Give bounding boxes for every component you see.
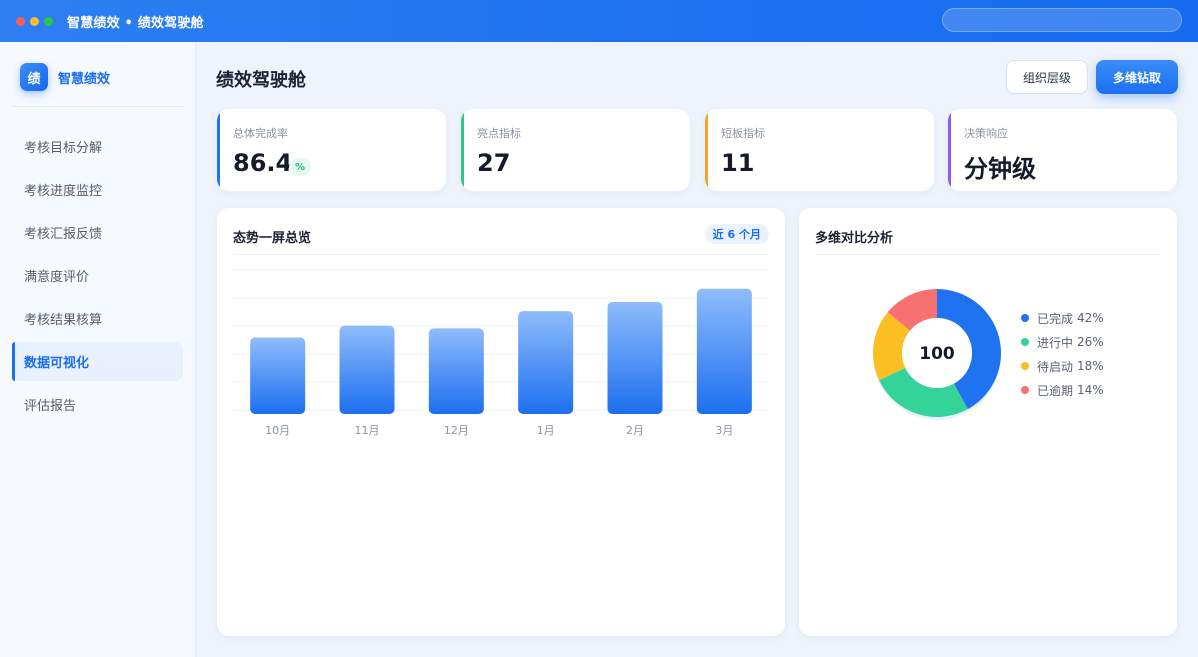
multi-drill-button[interactable]: 多维钻取	[1096, 60, 1178, 94]
bar[interactable]	[428, 328, 484, 414]
kpi-unit-badge: %	[289, 158, 311, 176]
compare-card-title: 多维对比分析	[815, 231, 894, 246]
window-controls	[16, 16, 53, 26]
org-level-button[interactable]: 组织层级	[1006, 60, 1088, 94]
kpi-label: 亮点指标	[477, 127, 521, 140]
legend-item: 进行中 26%	[1021, 330, 1104, 354]
nav-progress-monitoring[interactable]: 考核进度监控	[12, 170, 183, 209]
legend-value: 18%	[1077, 359, 1104, 373]
kpi-card-completion: 总体完成率 86.4 %	[217, 109, 446, 191]
sidebar-nav: 考核目标分解 考核进度监控 考核汇报反馈 满意度评价考核结果核算 数据可视化评估报告	[12, 127, 183, 428]
legend-item: 待启动 18%	[1021, 354, 1104, 378]
minimize-window-button[interactable]	[30, 16, 39, 26]
kpi-card-highlights: 亮点指标 27	[461, 109, 690, 191]
nav-satisfaction[interactable]: 满意度评价	[12, 256, 183, 295]
brand-logo: 绩	[20, 63, 48, 91]
kpi-value: 27	[477, 149, 511, 177]
nav-report-feedback[interactable]: 考核汇报反馈	[12, 213, 183, 252]
donut-legend: 已完成 42% 进行中 26% 待启动 18% 已逾期 14%	[1021, 306, 1104, 402]
compare-card: 多维对比分析 100 已完成 42% 进行中 26% 待启动 18% 已逾期 14%	[799, 208, 1177, 636]
maximize-window-button[interactable]	[44, 16, 53, 26]
range-badge[interactable]: 近 6 个月	[704, 224, 769, 244]
close-window-button[interactable]	[16, 16, 25, 26]
legend-label: 已逾期	[1037, 383, 1074, 398]
legend-dot	[1021, 314, 1029, 322]
legend-value: 14%	[1077, 383, 1104, 397]
search-input[interactable]	[942, 8, 1182, 32]
bar[interactable]	[696, 288, 752, 414]
kpi-card-response: 决策响应 分钟级	[948, 109, 1177, 191]
x-tick-label: 3月	[715, 424, 733, 437]
brand: 绩 智慧绩效	[20, 63, 110, 91]
bar-chart: 10月 11月 12月 1月 2月 3月	[233, 269, 769, 437]
kpi-value: 86.4	[233, 149, 293, 177]
title-bar: 智慧绩效 • 绩效驾驶舱	[0, 0, 1198, 42]
kpi-value: 分钟级	[964, 155, 1036, 183]
donut-center-value: 100	[919, 344, 955, 364]
legend-item: 已完成 42%	[1021, 306, 1104, 330]
legend-label: 已完成	[1037, 311, 1074, 326]
kpi-label: 总体完成率	[233, 127, 288, 140]
kpi-label: 短板指标	[721, 127, 765, 140]
legend-dot	[1021, 362, 1029, 370]
brand-name: 智慧绩效	[58, 71, 111, 87]
kpi-value: 11	[721, 149, 755, 177]
card-divider	[233, 254, 769, 255]
x-tick-label: 2月	[626, 424, 644, 437]
legend-label: 进行中	[1037, 335, 1074, 350]
card-divider	[815, 254, 1161, 255]
trend-card: 态势一屏总览 近 6 个月 10月 11月 12月 1月 2月 3月	[217, 208, 785, 636]
x-tick-label: 10月	[265, 424, 290, 437]
legend-label: 待启动	[1037, 359, 1074, 374]
sidebar: 绩 智慧绩效 考核目标分解 考核进度监控 考核汇报反馈 满意度评价考核结果核算 数据可视…	[0, 42, 196, 657]
nav-result-accounting[interactable]: 考核结果核算	[12, 299, 183, 338]
page-title: 绩效驾驶舱	[216, 70, 306, 91]
legend-dot	[1021, 338, 1029, 346]
x-tick-label: 12月	[444, 424, 469, 437]
nav-data-visualization[interactable]: 数据可视化	[12, 342, 183, 381]
legend-dot	[1021, 386, 1029, 394]
x-tick-label: 1月	[537, 424, 555, 437]
kpi-card-weaknesses: 短板指标 11	[705, 109, 934, 191]
bar[interactable]	[339, 325, 395, 414]
x-tick-label: 11月	[355, 424, 380, 437]
app-window: 智慧绩效 • 绩效驾驶舱 绩 智慧绩效 考核目标分解 考核进度监控 考核汇报反馈 满意…	[0, 0, 1198, 657]
brand-divider	[12, 106, 184, 107]
window-title: 智慧绩效 • 绩效驾驶舱	[67, 15, 204, 31]
nav-target-decomposition[interactable]: 考核目标分解	[12, 127, 183, 166]
trend-card-title: 态势一屏总览	[233, 231, 312, 246]
legend-value: 42%	[1077, 311, 1104, 325]
bar[interactable]	[518, 311, 574, 414]
legend-value: 26%	[1077, 335, 1104, 349]
bar[interactable]	[250, 337, 306, 414]
kpi-label: 决策响应	[964, 127, 1008, 140]
nav-evaluation-report[interactable]: 评估报告	[12, 385, 183, 424]
legend-item: 已逾期 14%	[1021, 378, 1104, 402]
donut-chart: 100	[873, 289, 1001, 420]
bar[interactable]	[607, 301, 663, 414]
